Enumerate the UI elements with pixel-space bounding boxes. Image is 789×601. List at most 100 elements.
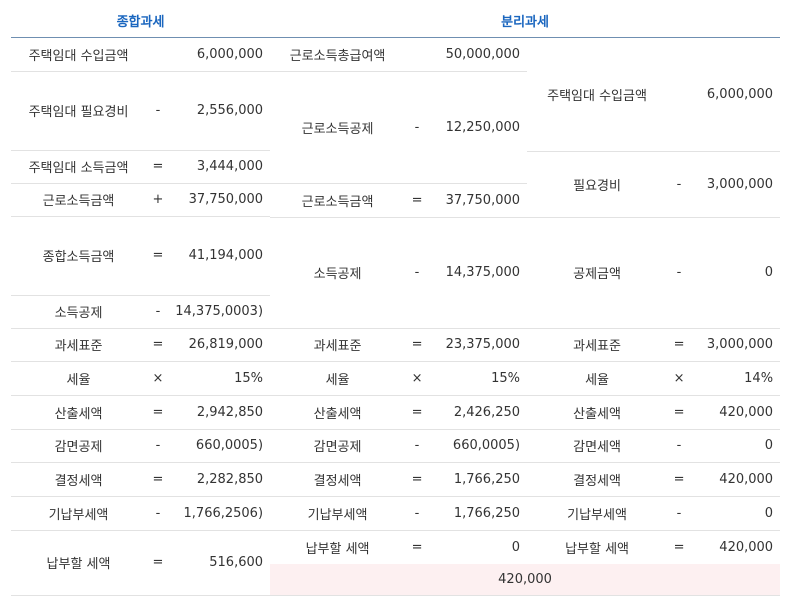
c1-r4-value: 37,750,000: [170, 183, 271, 217]
c3-r4-value: 3,000,000: [691, 328, 781, 362]
c3-r3-op: -: [667, 217, 692, 329]
c2-r10-label: 기납부세액: [270, 496, 406, 531]
c3-r10-op: =: [673, 539, 685, 555]
c1-r13-op: =: [146, 530, 170, 596]
c1-r13-label: 납부할 세액: [11, 530, 146, 596]
c2-r5-label: 과세표준: [270, 328, 406, 362]
c3-r7-value: 0: [691, 429, 781, 463]
c2-r8-label: 감면공제: [270, 429, 406, 463]
c3-r6-op: =: [667, 395, 692, 430]
c3-r3-value: 0: [691, 217, 781, 329]
c2-r3-op: =: [405, 183, 430, 218]
c3-r9-label: 기납부세액: [527, 496, 668, 531]
c2-r10-value: 1,766,250: [429, 496, 528, 531]
c1-r7-label: 과세표준: [11, 328, 146, 362]
c3-r1-op: [667, 37, 692, 152]
c3-r8-value: 420,000: [691, 462, 781, 497]
c3-r8-label: 결정세액: [527, 462, 668, 497]
c3-r1-label: 주택임대 수입금액: [527, 37, 668, 152]
c3-r7-op: -: [667, 429, 692, 463]
c3-r7-label: 감면세액: [527, 429, 668, 463]
c3-r2-label: 필요경비: [527, 151, 668, 218]
c3-r3-label: 공제금액: [527, 217, 668, 329]
c2-r2-op: -: [405, 71, 430, 184]
c2-r11-op: =: [411, 539, 423, 555]
c1-r7-op: =: [146, 328, 170, 362]
c1-r5-op: =: [146, 216, 170, 296]
c1-r3-value: 3,444,000: [170, 150, 271, 184]
c1-r11-op: =: [146, 462, 170, 497]
c1-r2-label: 주택임대 필요경비: [11, 71, 146, 151]
c1-r10-op: -: [146, 429, 170, 463]
c2-r9-op: =: [405, 462, 430, 497]
c2-r4-op: -: [405, 217, 430, 329]
c1-r6-op: -: [146, 295, 170, 329]
c2-r6-value: 15%: [429, 361, 528, 396]
c2-r7-label: 산출세액: [270, 395, 406, 430]
c1-r8-label: 세율: [11, 361, 146, 396]
c2-r7-op: =: [405, 395, 430, 430]
c2-r1-value: 50,000,000: [429, 37, 528, 72]
c1-r9-op: =: [146, 395, 170, 430]
c1-r3-label: 주택임대 소득금액: [11, 150, 146, 184]
separate-tax-total: 420,000: [270, 564, 781, 596]
c1-r6-value: 14,375,0003): [170, 295, 271, 329]
c2-r5-value: 23,375,000: [429, 328, 528, 362]
tax-comparison-table: 종합과세 분리과세 주택임대 수입금액 6,000,000 근로소득총급여액 5…: [11, 5, 781, 596]
header-combined-tax: 종합과세: [11, 5, 271, 38]
c1-r1-label: 주택임대 수입금액: [11, 37, 146, 72]
c1-r5-value: 41,194,000: [170, 216, 271, 296]
c2-r10-op: -: [405, 496, 430, 531]
c3-r6-value: 420,000: [691, 395, 781, 430]
c2-r4-label: 소득공제: [270, 217, 406, 329]
c3-r10-label: 납부할 세액: [565, 541, 629, 557]
c2-r6-op: ×: [405, 361, 430, 396]
c2-r1-op: [405, 37, 430, 72]
c2-r8-value: 660,0005): [429, 429, 528, 463]
c1-r4-op: +: [146, 183, 170, 217]
c3-r9-value: 0: [691, 496, 781, 531]
c2-r7-value: 2,426,250: [429, 395, 528, 430]
c1-r10-value: 660,0005): [170, 429, 271, 463]
c1-r11-value: 2,282,850: [170, 462, 271, 497]
c1-r12-label: 기납부세액: [11, 496, 146, 531]
c3-r9-op: -: [667, 496, 692, 531]
c2-r11-value: 0: [511, 539, 521, 555]
c1-r8-value: 15%: [170, 361, 271, 396]
c1-r13-value: 516,600: [170, 530, 271, 596]
c3-r2-op: -: [667, 151, 692, 218]
c2-r9-label: 결정세액: [270, 462, 406, 497]
c1-r2-value: 2,556,000: [170, 71, 271, 151]
c3-r8-op: =: [667, 462, 692, 497]
c1-r10-label: 감면공제: [11, 429, 146, 463]
c2-r3-value: 37,750,000: [429, 183, 528, 218]
c2-r5-op: =: [405, 328, 430, 362]
c1-r3-op: =: [146, 150, 170, 184]
c1-r4-label: 근로소득금액: [11, 183, 146, 217]
c1-r11-label: 결정세액: [11, 462, 146, 497]
c2-r2-label: 근로소득공제: [270, 71, 406, 184]
c1-r12-value: 1,766,2506): [170, 496, 271, 531]
c2-r11-label: 납부할 세액: [305, 541, 370, 557]
c1-r6-label: 소득공제: [11, 295, 146, 329]
c1-r7-value: 26,819,000: [170, 328, 271, 362]
c1-r9-label: 산출세액: [11, 395, 146, 430]
c3-r5-label: 세율: [527, 361, 668, 396]
c1-r5-label: 종합소득금액: [11, 216, 146, 296]
c2-r1-label: 근로소득총급여액: [270, 37, 406, 72]
c2-r4-value: 14,375,000: [429, 217, 528, 329]
c1-r1-op: [146, 37, 170, 72]
header-separate-tax: 분리과세: [270, 5, 781, 38]
c3-r10-value: 420,000: [719, 539, 774, 555]
c1-r8-op: ×: [146, 361, 170, 396]
c3-r5-op: ×: [667, 361, 692, 396]
c3-r1-value: 6,000,000: [691, 37, 781, 152]
c3-r5-value: 14%: [691, 361, 781, 396]
c1-r12-op: -: [146, 496, 170, 531]
c2-r9-value: 1,766,250: [429, 462, 528, 497]
c1-r9-value: 2,942,850: [170, 395, 271, 430]
c1-r2-op: -: [146, 71, 170, 151]
c2-r8-op: -: [405, 429, 430, 463]
c1-r1-value: 6,000,000: [170, 37, 271, 72]
c2-r3-label: 근로소득금액: [270, 183, 406, 218]
